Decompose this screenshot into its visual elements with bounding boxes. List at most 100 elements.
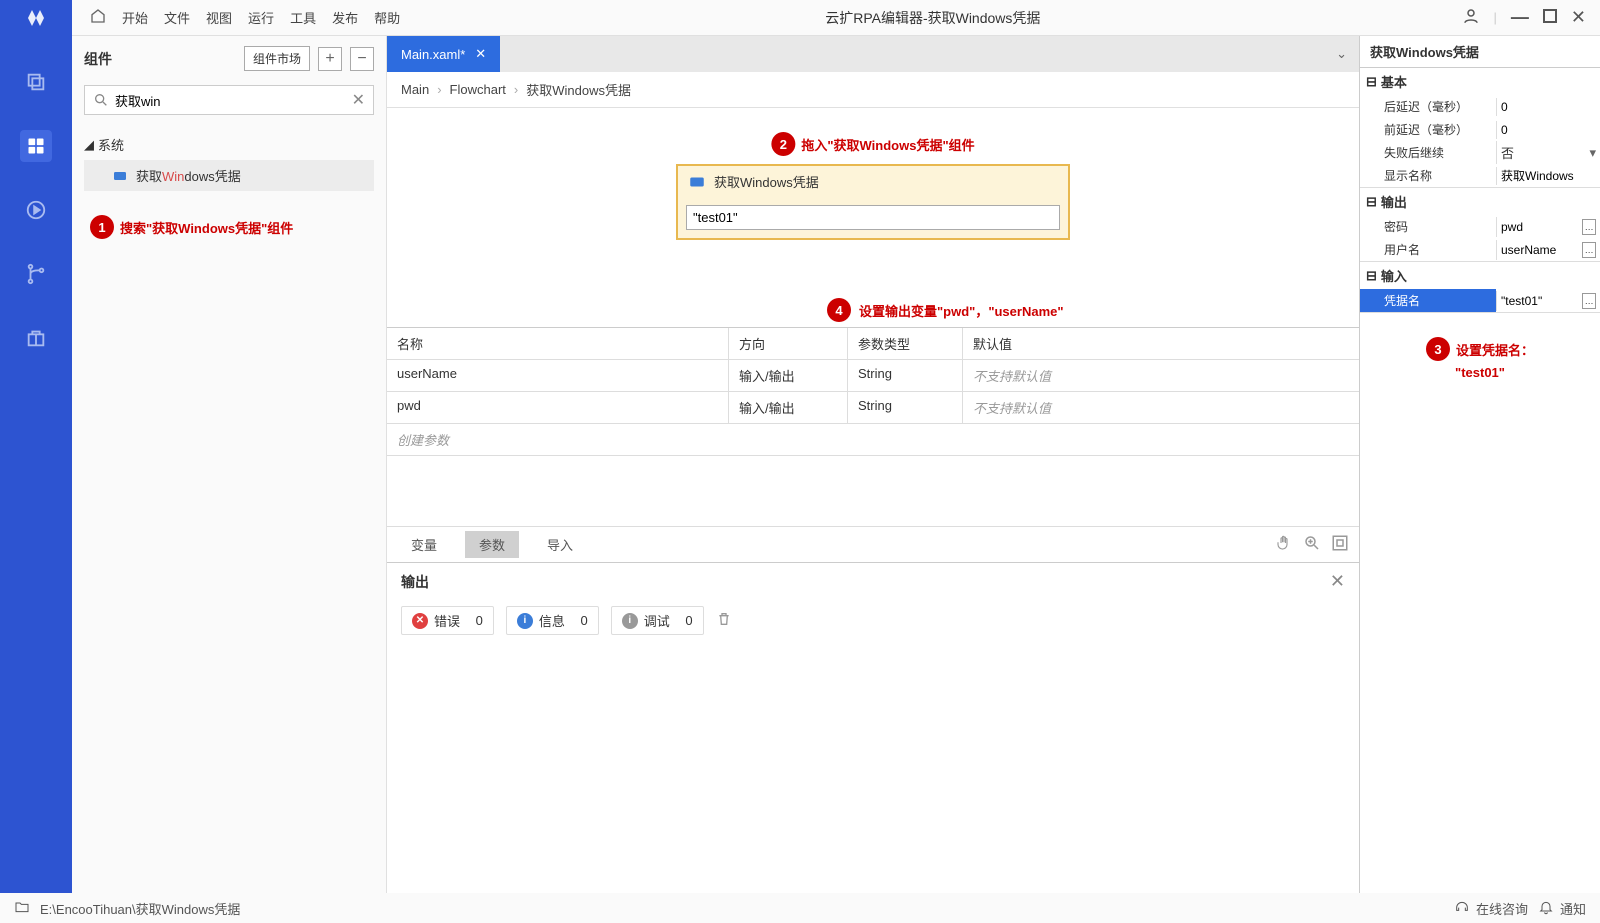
prop-group-input[interactable]: ⊟输入 (1360, 262, 1600, 289)
error-icon: ✕ (412, 613, 428, 629)
headset-icon (1454, 899, 1470, 918)
sidebar-components-icon[interactable] (20, 130, 52, 162)
search-input[interactable] (109, 91, 352, 110)
output-panel: 输出 ✕ ✕ 错误 0 i 信息 0 i 调试 0 (387, 562, 1359, 893)
tree-node-system[interactable]: ◢ 系统 (84, 129, 374, 160)
param-cell[interactable]: 不支持默认值 (963, 392, 1359, 423)
param-cell[interactable]: 不支持默认值 (963, 360, 1359, 391)
prop-group-basic[interactable]: ⊟基本 (1360, 68, 1600, 95)
component-search[interactable]: ✕ (84, 85, 374, 115)
status-notify[interactable]: 通知 (1538, 899, 1586, 918)
collapse-all-button[interactable]: − (350, 47, 374, 71)
left-sidebar (0, 36, 72, 893)
fit-screen-icon[interactable] (1331, 534, 1349, 555)
activity-title: 获取Windows凭据 (714, 172, 819, 191)
sidebar-debug-icon[interactable] (20, 194, 52, 226)
maximize-button[interactable] (1543, 9, 1557, 26)
sidebar-branch-icon[interactable] (20, 258, 52, 290)
col-default[interactable]: 默认值 (963, 328, 1359, 359)
close-button[interactable]: ✕ (1571, 7, 1586, 28)
tab-imports[interactable]: 导入 (533, 531, 587, 558)
tab-close-icon[interactable]: ✕ (475, 46, 486, 62)
folder-icon (14, 899, 30, 918)
param-cell[interactable]: 输入/输出 (729, 360, 848, 391)
expand-all-button[interactable]: + (318, 47, 342, 71)
menu-publish[interactable]: 发布 (332, 8, 358, 27)
home-icon[interactable] (90, 8, 106, 27)
tree-item-get-windows-credential[interactable]: 获取Windows凭据 (84, 160, 374, 191)
info-icon: i (517, 613, 533, 629)
tab-bar: Main.xaml* ✕ ⌄ (387, 36, 1359, 72)
output-debug-filter[interactable]: i 调试 0 (611, 606, 704, 635)
menu-tools[interactable]: 工具 (290, 8, 316, 27)
debug-icon: i (622, 613, 638, 629)
prop-password[interactable]: 密码… (1360, 215, 1600, 238)
titlebar: 开始 文件 视图 运行 工具 发布 帮助 云扩RPA编辑器-获取Windows凭… (0, 0, 1600, 36)
tree-node-label: 系统 (98, 135, 124, 154)
prop-group-output[interactable]: ⊟输出 (1360, 188, 1600, 215)
annotation-1: 1搜索"获取Windows凭据"组件 (90, 215, 386, 239)
param-cell[interactable]: String (848, 360, 963, 391)
clear-search-button[interactable]: ✕ (352, 90, 365, 110)
annotation-2: 2拖入"获取Windows凭据"组件 (771, 132, 974, 156)
sidebar-package-icon[interactable] (20, 322, 52, 354)
param-row[interactable]: userName 输入/输出 String 不支持默认值 (387, 360, 1359, 392)
status-path[interactable]: E:\EncooTihuan\获取Windows凭据 (40, 899, 240, 918)
col-type[interactable]: 参数类型 (848, 328, 963, 359)
breadcrumb-item[interactable]: 获取Windows凭据 (526, 80, 631, 99)
param-cell[interactable]: 输入/输出 (729, 392, 848, 423)
menu-run[interactable]: 运行 (248, 8, 274, 27)
breadcrumb-item[interactable]: Flowchart (450, 82, 506, 97)
sidebar-copy-icon[interactable] (20, 66, 52, 98)
main-menu: 开始 文件 视图 运行 工具 发布 帮助 (72, 8, 418, 27)
prop-username[interactable]: 用户名… (1360, 238, 1600, 261)
designer-canvas[interactable]: 2拖入"获取Windows凭据"组件 获取Windows凭据 4设置输出变量"p… (387, 108, 1359, 562)
component-market-button[interactable]: 组件市场 (244, 46, 310, 71)
expand-button[interactable]: … (1582, 242, 1596, 258)
param-row[interactable]: pwd 输入/输出 String 不支持默认值 (387, 392, 1359, 424)
menu-file[interactable]: 文件 (164, 8, 190, 27)
tab-parameters[interactable]: 参数 (465, 531, 519, 558)
expand-button[interactable]: … (1582, 219, 1596, 235)
prop-credential-name[interactable]: 凭据名… (1360, 289, 1600, 312)
menu-view[interactable]: 视图 (206, 8, 232, 27)
annotation-4: 4设置输出变量"pwd"，"userName" (827, 298, 1064, 322)
col-direction[interactable]: 方向 (729, 328, 848, 359)
properties-title: 获取Windows凭据 (1360, 36, 1600, 68)
menu-help[interactable]: 帮助 (374, 8, 400, 27)
output-title: 输出 (401, 572, 1330, 592)
param-cell[interactable]: userName (387, 360, 729, 391)
menu-start[interactable]: 开始 (122, 8, 148, 27)
create-param-row[interactable]: 创建参数 (387, 424, 1359, 456)
tab-main-xaml[interactable]: Main.xaml* ✕ (387, 36, 500, 72)
prop-post-delay[interactable]: 后延迟（毫秒） (1360, 95, 1600, 118)
activity-credential-input[interactable] (686, 205, 1060, 230)
activity-get-windows-credential[interactable]: 获取Windows凭据 (676, 164, 1070, 240)
window-title: 云扩RPA编辑器-获取Windows凭据 (418, 8, 1447, 28)
parameters-panel: 名称 方向 参数类型 默认值 userName 输入/输出 String 不支持… (387, 327, 1359, 562)
status-consult[interactable]: 在线咨询 (1454, 899, 1528, 918)
tree-item-label: 获取Windows凭据 (136, 166, 241, 185)
tree-collapse-icon: ◢ (84, 137, 94, 153)
app-logo (0, 0, 72, 36)
params-header-row: 名称 方向 参数类型 默认值 (387, 328, 1359, 360)
minimize-button[interactable]: — (1511, 7, 1529, 28)
output-info-filter[interactable]: i 信息 0 (506, 606, 599, 635)
pan-tool-icon[interactable] (1275, 534, 1293, 555)
prop-display-name[interactable]: 显示名称 (1360, 164, 1600, 187)
user-icon[interactable] (1462, 7, 1480, 28)
col-name[interactable]: 名称 (387, 328, 729, 359)
clear-output-button[interactable] (716, 611, 732, 630)
tab-overflow-button[interactable]: ⌄ (1324, 46, 1359, 62)
expand-button[interactable]: … (1582, 293, 1596, 309)
prop-continue-on-fail[interactable]: 失败后继续否▾ (1360, 141, 1600, 164)
param-cell[interactable]: String (848, 392, 963, 423)
param-cell[interactable]: pwd (387, 392, 729, 423)
search-icon (93, 92, 109, 108)
output-error-filter[interactable]: ✕ 错误 0 (401, 606, 494, 635)
breadcrumb-item[interactable]: Main (401, 82, 429, 97)
prop-pre-delay[interactable]: 前延迟（毫秒） (1360, 118, 1600, 141)
zoom-icon[interactable] (1303, 534, 1321, 555)
tab-variables[interactable]: 变量 (397, 531, 451, 558)
output-close-button[interactable]: ✕ (1330, 571, 1345, 592)
